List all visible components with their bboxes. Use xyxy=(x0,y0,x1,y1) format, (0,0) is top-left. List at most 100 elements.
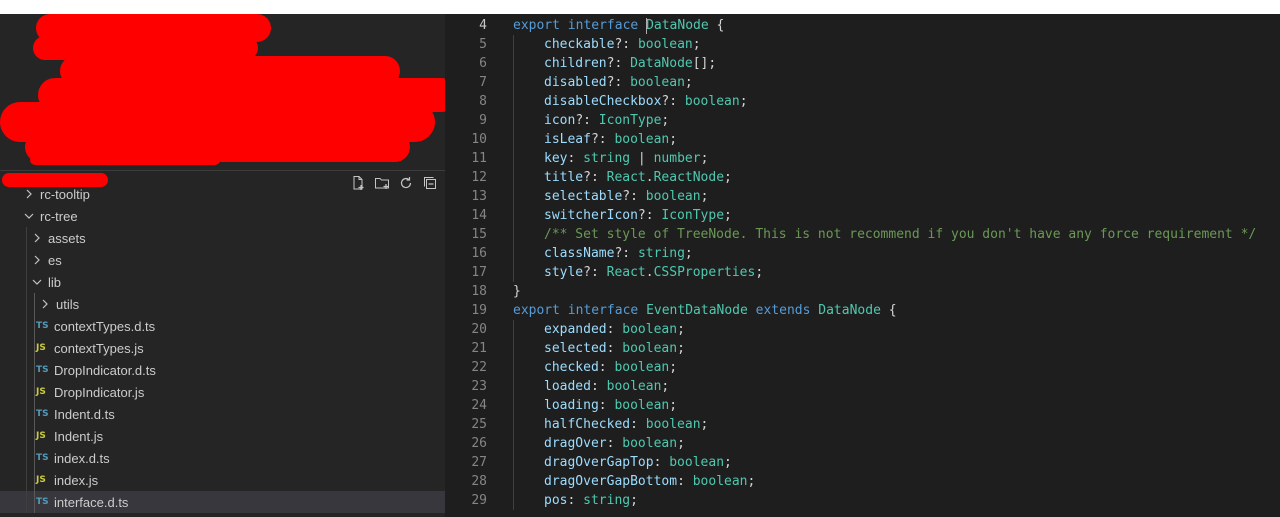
tree-item-label: DropIndicator.d.ts xyxy=(54,362,156,378)
tree-item-label: utils xyxy=(56,296,80,312)
tree-file[interactable]: TS index.d.ts xyxy=(0,447,445,469)
tree-folder[interactable]: es xyxy=(0,249,445,271)
code-token: : xyxy=(598,398,615,413)
code-token: ; xyxy=(669,398,678,413)
code-token: ; xyxy=(661,113,670,128)
code-line[interactable]: 6 children?: DataNode[]; xyxy=(445,54,1280,73)
indent-guide xyxy=(513,206,514,225)
indent-guide xyxy=(513,377,514,396)
code-token: boolean xyxy=(622,322,678,337)
code-line[interactable]: 11 key: string | number; xyxy=(445,149,1280,168)
tree-file[interactable]: JS contextTypes.js xyxy=(0,337,445,359)
code-text: key: string | number; xyxy=(544,149,708,168)
code-token: ; xyxy=(724,170,732,185)
code-line[interactable]: 23 loaded: boolean; xyxy=(445,377,1280,396)
code-editor[interactable]: 4 export interface DataNode {5 checkable?:… xyxy=(445,14,1280,517)
code-text: title?: React.ReactNode; xyxy=(544,168,732,187)
chevron-right-icon xyxy=(30,231,44,245)
code-line[interactable]: 8 disableCheckbox?: boolean; xyxy=(445,92,1280,111)
code-line[interactable]: 26 dragOver: boolean; xyxy=(445,434,1280,453)
code-line[interactable]: 18} xyxy=(445,282,1280,301)
tree-folder[interactable]: rc-tooltip xyxy=(0,183,445,205)
chevron-down-icon xyxy=(22,209,36,223)
code-line[interactable]: 24 loading: boolean; xyxy=(445,396,1280,415)
code-line[interactable]: 14 switcherIcon?: IconType; xyxy=(445,206,1280,225)
code-line[interactable]: 29 pos: string; xyxy=(445,491,1280,510)
code-line[interactable]: 12 title?: React.ReactNode; xyxy=(445,168,1280,187)
line-number: 16 xyxy=(471,246,487,261)
code-line[interactable]: 22 checked: boolean; xyxy=(445,358,1280,377)
tree-item-label: es xyxy=(48,252,62,268)
code-text: export interface EventDataNode extends D… xyxy=(513,301,897,320)
code-line[interactable]: 16 className?: string; xyxy=(445,244,1280,263)
code-text: style?: React.CSSProperties; xyxy=(544,263,763,282)
line-number: 8 xyxy=(479,94,487,109)
code-token: { xyxy=(708,18,725,33)
code-token: ?: xyxy=(614,246,638,261)
line-number: 21 xyxy=(471,341,487,356)
line-number: 6 xyxy=(479,56,487,71)
code-token: : xyxy=(606,436,623,451)
tree-folder[interactable]: rc-tree xyxy=(0,205,445,227)
code-text: switcherIcon?: IconType; xyxy=(544,206,732,225)
indent-guide xyxy=(513,472,514,491)
code-line[interactable]: 4 export interface DataNode { xyxy=(445,16,1280,35)
code-token: ; xyxy=(700,189,709,204)
tree-file[interactable]: TS Indent.d.ts xyxy=(0,403,445,425)
typescript-file-icon: TS xyxy=(36,497,49,507)
tree-file[interactable]: TS interface.d.ts xyxy=(0,491,445,513)
code-token: IconType xyxy=(598,113,662,128)
code-token: ReactNode xyxy=(653,170,725,185)
indent-guide xyxy=(513,434,514,453)
code-token: style xyxy=(544,265,584,280)
code-line[interactable]: 7 disabled?: boolean; xyxy=(445,73,1280,92)
code-token: disableCheckbox xyxy=(544,94,662,109)
code-line[interactable]: 9 icon?: IconType; xyxy=(445,111,1280,130)
code-line[interactable]: 17 style?: React.CSSProperties; xyxy=(445,263,1280,282)
code-token: DataNode xyxy=(646,18,709,33)
code-text: dragOverGapTop: boolean; xyxy=(544,453,732,472)
indent-guide xyxy=(513,54,514,73)
indent-guide xyxy=(513,491,514,510)
tree-file[interactable]: JS index.js xyxy=(0,469,445,491)
code-line[interactable]: 20 expanded: boolean; xyxy=(445,320,1280,339)
line-number: 22 xyxy=(471,360,487,375)
code-token: pos xyxy=(544,493,568,508)
code-token: string xyxy=(637,246,685,261)
code-line[interactable]: 28 dragOverGapBottom: boolean; xyxy=(445,472,1280,491)
code-line[interactable]: 13 selectable?: boolean; xyxy=(445,187,1280,206)
line-number: 25 xyxy=(471,417,487,432)
tree-file[interactable]: TS contextTypes.d.ts xyxy=(0,315,445,337)
tree-item-label: rc-tree xyxy=(40,208,78,224)
code-token: : xyxy=(630,417,646,432)
line-number: 12 xyxy=(471,170,487,185)
code-line[interactable]: 27 dragOverGapTop: boolean; xyxy=(445,453,1280,472)
code-token: string xyxy=(583,151,631,166)
code-text: icon?: IconType; xyxy=(544,111,669,130)
code-line[interactable]: 5 checkable?: boolean; xyxy=(445,35,1280,54)
indent-guide xyxy=(513,35,514,54)
tree-file[interactable]: JS Indent.js xyxy=(0,425,445,447)
code-line[interactable]: 19 export interface EventDataNode extends… xyxy=(445,301,1280,320)
tree-item-label: DropIndicator.js xyxy=(54,384,145,400)
code-token: boolean xyxy=(630,75,685,90)
tree-item-label: assets xyxy=(48,230,86,246)
code-token: selectable xyxy=(544,189,623,204)
code-line[interactable]: 21 selected: boolean; xyxy=(445,339,1280,358)
indent-guide xyxy=(513,263,514,282)
code-text: dragOverGapBottom: boolean; xyxy=(544,472,755,491)
code-token: ; xyxy=(755,265,764,280)
tree-folder[interactable]: assets xyxy=(0,227,445,249)
code-line[interactable]: 25 halfChecked: boolean; xyxy=(445,415,1280,434)
tree-folder[interactable]: utils xyxy=(0,293,445,315)
tree-folder[interactable]: lib xyxy=(0,271,445,293)
code-token: checkable xyxy=(544,37,615,52)
tree-file[interactable]: JS DropIndicator.js xyxy=(0,381,445,403)
code-token: ?: xyxy=(583,265,607,280)
code-token: icon xyxy=(544,113,576,128)
code-token: halfChecked xyxy=(544,417,631,432)
code-text: disableCheckbox?: boolean; xyxy=(544,92,748,111)
code-line[interactable]: 10 isLeaf?: boolean; xyxy=(445,130,1280,149)
tree-file[interactable]: TS DropIndicator.d.ts xyxy=(0,359,445,381)
code-line[interactable]: 15 /** Set style of TreeNode. This is not… xyxy=(445,225,1280,244)
